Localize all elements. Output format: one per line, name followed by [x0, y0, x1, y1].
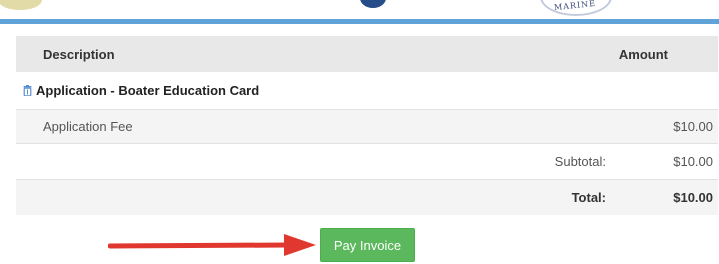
total-amount: $10.00	[673, 189, 713, 205]
item-amount: $10.00	[673, 118, 713, 134]
site-header: MARINE	[0, 0, 719, 18]
red-arrow-annotation	[108, 234, 316, 256]
total-label: Total:	[571, 189, 606, 205]
column-header-description: Description	[43, 46, 115, 62]
state-logo	[0, 0, 42, 10]
invoice-page: MARINE Description Amount Application - …	[0, 0, 719, 264]
item-description: Application Fee	[43, 118, 133, 134]
section-row: Application - Boater Education Card	[16, 72, 718, 109]
total-row: Total: $10.00	[16, 179, 718, 215]
agency-logo	[360, 0, 386, 8]
invoice-table: Description Amount Application - Boater …	[16, 36, 718, 215]
pay-invoice-button[interactable]: Pay Invoice	[320, 228, 415, 262]
subtotal-label: Subtotal:	[554, 153, 606, 169]
column-header-amount: Amount	[618, 46, 668, 62]
section-title: Application - Boater Education Card	[36, 82, 260, 98]
subtotal-row: Subtotal: $10.00	[16, 143, 718, 179]
header-accent-bar	[0, 19, 719, 24]
table-row: Application Fee $10.00	[16, 109, 718, 143]
subtotal-amount: $10.00	[673, 153, 713, 169]
trash-icon[interactable]	[23, 84, 32, 97]
table-header-row: Description Amount	[16, 36, 718, 72]
